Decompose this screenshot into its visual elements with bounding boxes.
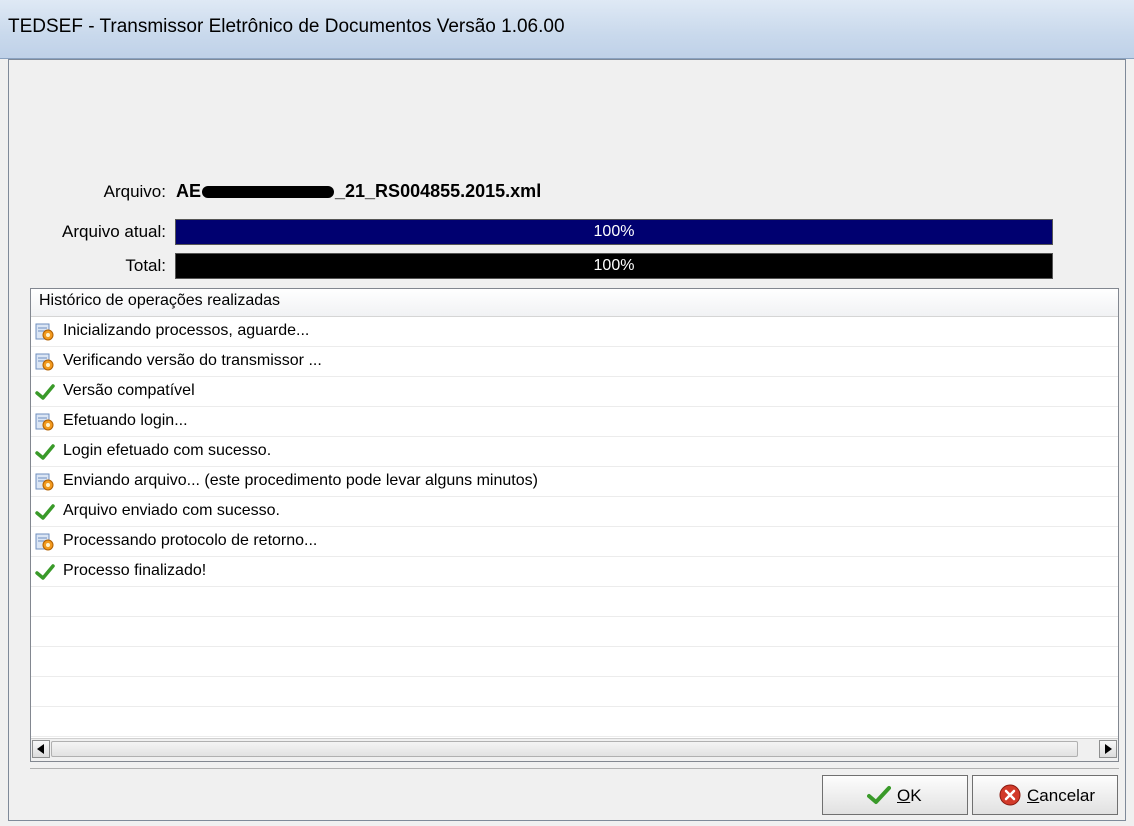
cancel-button-label: Cancelar <box>1027 786 1096 805</box>
current-file-progress-bar: 100% <box>175 219 1053 245</box>
empty-row <box>31 707 1118 737</box>
footer-divider <box>30 768 1119 769</box>
arrow-right-icon <box>1105 744 1112 754</box>
file-label: Arquivo: <box>103 182 166 201</box>
list-item-text: Enviando arquivo... (este procedimento p… <box>63 472 538 489</box>
cancel-icon <box>999 784 1021 806</box>
file-name: AE _21_RS004855.2015.xml <box>176 181 541 202</box>
ok-button[interactable]: OK <box>822 775 968 815</box>
ok-button-label: OK <box>897 786 922 805</box>
scroll-left-button[interactable] <box>32 740 50 758</box>
list-item[interactable]: Processando protocolo de retorno... <box>31 527 1118 557</box>
gear-icon <box>35 322 55 342</box>
history-rows: Inicializando processos, aguarde... Verif… <box>31 317 1118 761</box>
gear-icon <box>35 352 55 372</box>
scroll-thumb[interactable] <box>51 741 1078 757</box>
current-file-progress-percent: 100% <box>593 223 635 240</box>
empty-row <box>31 587 1118 617</box>
total-progress-percent: 100% <box>593 257 635 274</box>
list-item-text: Versão compatível <box>63 382 195 399</box>
title-bar[interactable]: TEDSEF - Transmissor Eletrônico de Docum… <box>0 0 1134 59</box>
list-item[interactable]: Arquivo enviado com sucesso. <box>31 497 1118 527</box>
check-icon <box>35 562 55 582</box>
list-item-text: Inicializando processos, aguarde... <box>63 322 310 339</box>
list-item-text: Processo finalizado! <box>63 562 207 579</box>
list-item[interactable]: Verificando versão do transmissor ... <box>31 347 1118 377</box>
total-progress-bar: 100% <box>175 253 1053 279</box>
list-item-text: Efetuando login... <box>63 412 188 429</box>
list-item-text: Login efetuado com sucesso. <box>63 442 272 459</box>
list-item-text: Arquivo enviado com sucesso. <box>63 502 280 519</box>
history-header[interactable]: Histórico de operações realizadas <box>31 289 1118 317</box>
check-icon <box>867 786 891 804</box>
list-item[interactable]: Efetuando login... <box>31 407 1118 437</box>
empty-row <box>31 617 1118 647</box>
list-item[interactable]: Enviando arquivo... (este procedimento p… <box>31 467 1118 497</box>
list-item[interactable]: Login efetuado com sucesso. <box>31 437 1118 467</box>
cancel-button[interactable]: Cancelar <box>972 775 1118 815</box>
total-progress-label: Total: <box>125 256 166 275</box>
horizontal-scrollbar[interactable] <box>31 738 1118 761</box>
list-item[interactable]: Processo finalizado! <box>31 557 1118 587</box>
history-list[interactable]: Histórico de operações realizadas Inicia… <box>30 288 1119 762</box>
arrow-left-icon <box>37 744 44 754</box>
history-header-label: Histórico de operações realizadas <box>39 292 281 309</box>
file-name-prefix: AE <box>176 181 202 201</box>
gear-icon <box>35 412 55 432</box>
window-title: TEDSEF - Transmissor Eletrônico de Docum… <box>8 16 565 37</box>
gear-icon <box>35 472 55 492</box>
list-item-text: Verificando versão do transmissor ... <box>63 352 322 369</box>
list-item[interactable]: Inicializando processos, aguarde... <box>31 317 1118 347</box>
check-icon <box>35 442 55 462</box>
list-item[interactable]: Versão compatível <box>31 377 1118 407</box>
check-icon <box>35 382 55 402</box>
empty-row <box>31 677 1118 707</box>
file-name-suffix: _21_RS004855.2015.xml <box>335 181 542 201</box>
check-icon <box>35 502 55 522</box>
gear-icon <box>35 532 55 552</box>
empty-row <box>31 647 1118 677</box>
scroll-right-button[interactable] <box>1099 740 1117 758</box>
list-item-text: Processando protocolo de retorno... <box>63 532 318 549</box>
redaction-mark <box>202 186 335 199</box>
current-file-progress-label: Arquivo atual: <box>62 222 166 241</box>
